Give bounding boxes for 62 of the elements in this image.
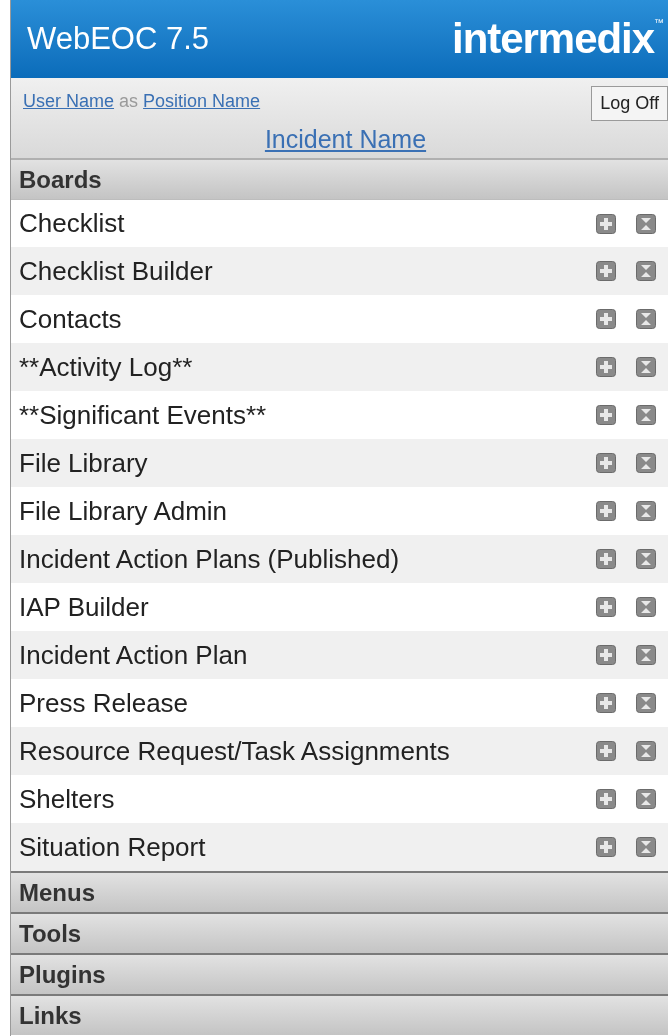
trademark: ™ — [654, 18, 664, 28]
collapse-icon[interactable] — [636, 597, 656, 617]
board-row[interactable]: Resource Request/Task Assignments — [11, 727, 668, 775]
plus-icon[interactable] — [596, 693, 616, 713]
collapse-icon[interactable] — [636, 789, 656, 809]
plus-icon[interactable] — [596, 213, 616, 234]
section-header[interactable]: Tools — [11, 912, 668, 953]
board-name[interactable]: Incident Action Plan — [19, 635, 248, 675]
plus-icon[interactable] — [596, 597, 616, 617]
board-name[interactable]: Shelters — [19, 779, 115, 819]
collapse-icon[interactable] — [636, 261, 656, 281]
collapse-icon[interactable] — [636, 309, 656, 329]
board-name[interactable]: **Activity Log** — [19, 347, 193, 387]
plus-icon[interactable] — [596, 741, 616, 761]
section-header[interactable]: Boards — [11, 158, 668, 199]
plus-icon[interactable] — [596, 309, 616, 329]
collapse-icon[interactable] — [636, 501, 656, 521]
section-header[interactable]: Menus — [11, 871, 668, 912]
section-header[interactable]: Links — [11, 994, 668, 1035]
incident-link[interactable]: Incident Name — [264, 121, 427, 159]
collapse-icon[interactable] — [636, 837, 656, 857]
plus-icon[interactable] — [596, 501, 616, 521]
board-row[interactable]: Incident Action Plan — [11, 631, 668, 679]
collapse-icon[interactable] — [636, 357, 656, 377]
board-row[interactable]: Incident Action Plans (Published) — [11, 535, 668, 583]
board-name[interactable]: IAP Builder — [19, 587, 149, 627]
plus-icon[interactable] — [596, 549, 616, 569]
plus-icon[interactable] — [596, 405, 616, 425]
connector-text: as — [119, 90, 139, 113]
board-name[interactable]: File Library — [19, 443, 148, 483]
position-link[interactable]: Position Name — [143, 88, 261, 115]
plus-icon[interactable] — [596, 645, 616, 665]
board-name[interactable]: Incident Action Plans (Published) — [19, 539, 400, 579]
collapse-icon[interactable] — [636, 549, 656, 569]
board-name[interactable]: Checklist Builder — [19, 251, 213, 291]
plus-icon[interactable] — [596, 453, 616, 473]
collapse-icon[interactable] — [636, 645, 656, 665]
plus-icon[interactable] — [596, 837, 616, 857]
board-name[interactable]: Situation Report — [19, 827, 206, 867]
section-header[interactable]: Plugins — [11, 953, 668, 994]
board-row[interactable]: Checklist Builder — [11, 247, 668, 295]
collapse-icon[interactable] — [636, 453, 656, 473]
board-name[interactable]: Press Release — [19, 683, 189, 723]
collapse-icon[interactable] — [636, 213, 656, 234]
app-title: WebEOC 7.5 — [27, 19, 210, 58]
board-name[interactable]: Checklist — [19, 204, 125, 243]
user-link[interactable]: User Name — [23, 88, 115, 115]
board-row[interactable]: **Activity Log** — [11, 343, 668, 391]
collapse-icon[interactable] — [636, 693, 656, 713]
logo: intermedix — [452, 18, 654, 60]
board-row[interactable]: File Library — [11, 439, 668, 487]
board-name[interactable]: Resource Request/Task Assignments — [19, 731, 450, 771]
board-name[interactable]: **Significant Events** — [19, 395, 267, 435]
plus-icon[interactable] — [596, 789, 616, 809]
collapse-icon[interactable] — [636, 741, 656, 761]
plus-icon[interactable] — [596, 357, 616, 377]
log-off-button[interactable]: Log Off — [591, 86, 668, 121]
board-name[interactable]: File Library Admin — [19, 491, 228, 531]
collapse-icon[interactable] — [636, 405, 656, 425]
board-name[interactable]: Contacts — [19, 299, 122, 339]
plus-icon[interactable] — [596, 261, 616, 281]
board-row[interactable]: Situation Report — [11, 823, 668, 871]
